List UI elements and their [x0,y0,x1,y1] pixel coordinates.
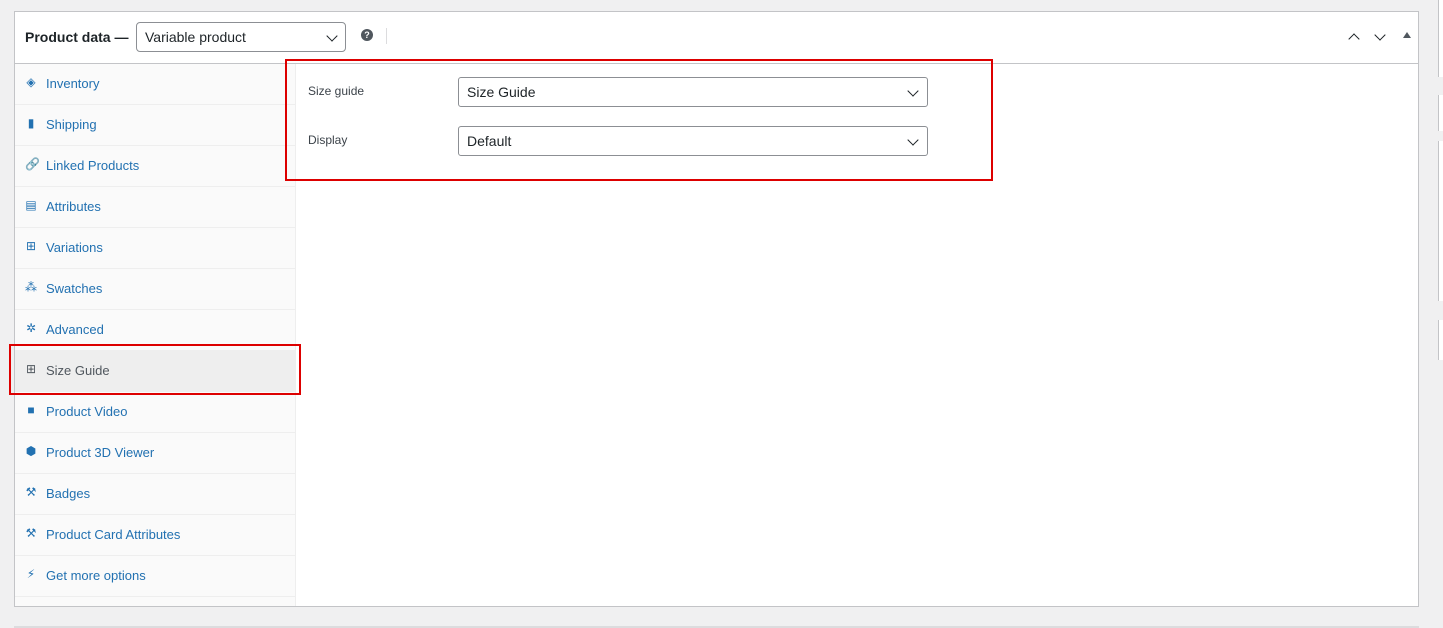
wrench-icon: ⚒ [25,485,37,499]
tab-label: Linked Products [46,158,140,173]
tab-product-video[interactable]: ■ Product Video [15,392,295,433]
product-type-value: Variable product [145,29,246,45]
toggle-panel-icon[interactable] [1403,32,1411,38]
tag-icon: ◈ [26,75,36,89]
tab-label: Shipping [46,117,97,132]
video-icon: ■ [27,403,35,417]
tab-label: Swatches [46,281,103,296]
gear-icon: ✲ [25,321,37,335]
help-icon[interactable]: ? [361,29,373,41]
tab-label: Product Card Attributes [46,527,181,542]
tab-product-3d-viewer[interactable]: ⬢ Product 3D Viewer [15,433,295,474]
size-guide-value: Size Guide [467,84,536,100]
tab-inventory[interactable]: ◈ Inventory [15,64,295,105]
tab-linked-products[interactable]: 🔗 Linked Products [15,146,295,187]
right-edge-panel [1438,95,1443,131]
tab-label: Product 3D Viewer [46,445,155,460]
display-select[interactable]: Default [458,126,928,156]
chevron-down-icon [326,30,338,42]
truck-icon: ▮ [27,116,35,130]
tab-advanced[interactable]: ✲ Advanced [15,310,295,351]
tab-get-more-options[interactable]: ⚡ Get more options [15,556,295,597]
tab-size-guide[interactable]: ⊞ Size Guide [15,351,295,392]
right-edge-panel [1438,141,1443,301]
wrench-icon: ⚒ [25,526,37,540]
tab-attributes[interactable]: ▤ Attributes [15,187,295,228]
tab-label: Get more options [46,568,146,583]
size-guide-select[interactable]: Size Guide [458,77,928,107]
chevron-down-icon [907,85,919,97]
header-divider [386,28,387,44]
tab-label: Badges [46,486,91,501]
panel-title: Product data — [25,29,129,45]
grid-icon: ⊞ [25,239,37,253]
size-guide-label: Size guide [308,84,365,98]
tab-label: Size Guide [46,363,110,378]
product-type-select[interactable]: Variable product [136,22,346,52]
tab-label: Product Video [46,404,128,419]
tab-badges[interactable]: ⚒ Badges [15,474,295,515]
list-icon: ▤ [25,198,37,212]
tab-variations[interactable]: ⊞ Variations [15,228,295,269]
panel-header: Product data — Variable product ? [15,12,1418,64]
plugin-icon: ⚡ [26,567,36,581]
move-up-button[interactable] [1344,29,1364,49]
tab-swatches[interactable]: ⁂ Swatches [15,269,295,310]
chevron-up-icon [1348,33,1360,45]
display-value: Default [467,133,512,149]
cube-icon: ⬢ [25,444,37,458]
product-data-tabs: ◈ Inventory ▮ Shipping 🔗 Linked Products… [15,64,296,606]
right-edge-panel [1438,0,1443,77]
chevron-down-icon [1374,29,1386,41]
product-data-panel: Product data — Variable product ? ◈ Inve… [14,11,1419,607]
tab-product-card-attributes[interactable]: ⚒ Product Card Attributes [15,515,295,556]
tab-shipping[interactable]: ▮ Shipping [15,105,295,146]
tab-label: Inventory [46,76,100,91]
tab-label: Advanced [46,322,104,337]
move-down-button[interactable] [1370,29,1390,49]
tab-label: Variations [46,240,103,255]
link-icon: 🔗 [25,157,40,171]
table-icon: ⊞ [25,362,37,376]
right-edge-panel [1438,320,1443,360]
display-label: Display [308,133,348,147]
swatches-icon: ⁂ [25,280,37,294]
tab-label: Attributes [46,199,101,214]
chevron-down-icon [907,134,919,146]
